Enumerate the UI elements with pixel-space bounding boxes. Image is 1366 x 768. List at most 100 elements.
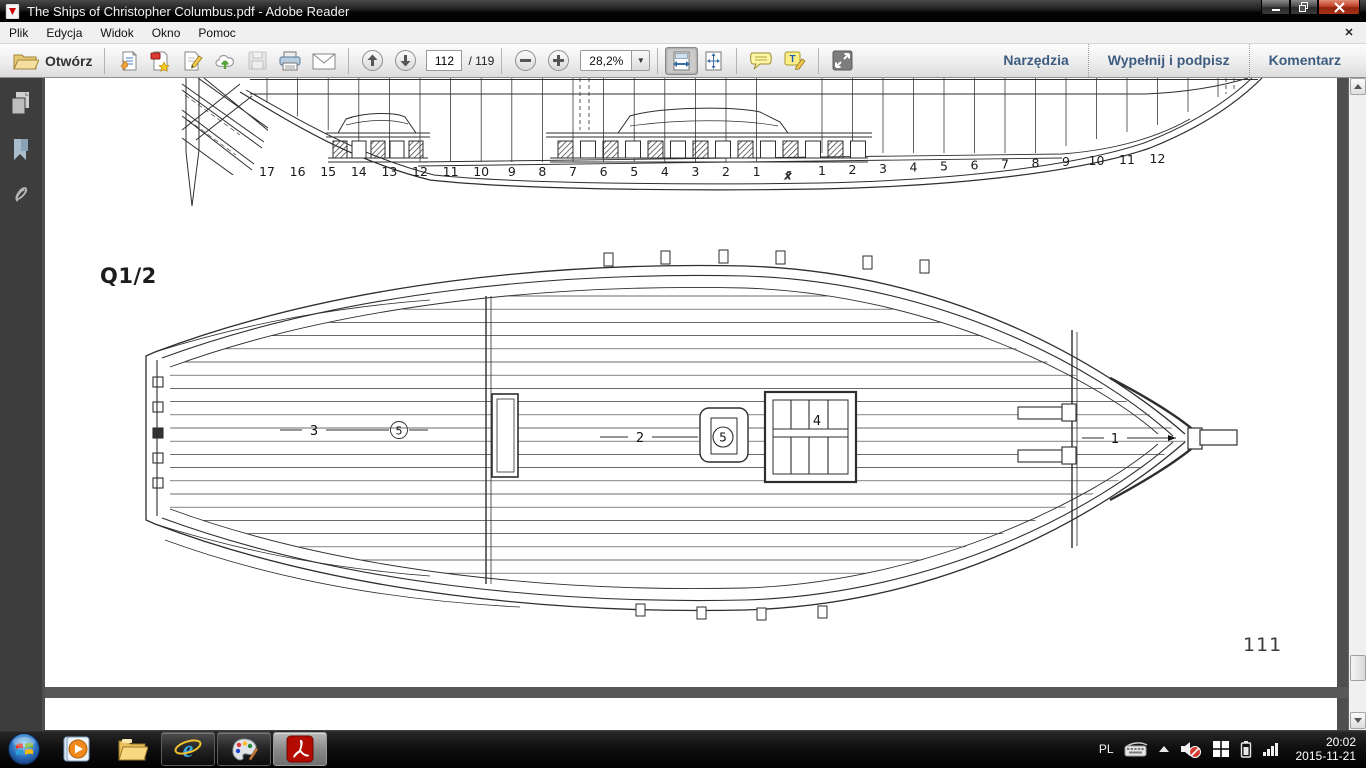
mast-step: 5 <box>700 408 748 462</box>
fullscreen-button[interactable] <box>826 47 859 75</box>
show-hidden-icons-chevron[interactable] <box>1158 745 1170 753</box>
page-gap <box>45 687 1348 698</box>
taskbar-internet-explorer[interactable]: e <box>161 732 215 766</box>
frame-number: 12 <box>412 164 428 179</box>
page-number-input[interactable] <box>426 50 462 71</box>
document-pencil-icon <box>181 50 203 72</box>
toolbar-separator <box>657 48 658 74</box>
title-bar[interactable]: The Ships of Christopher Columbus.pdf - … <box>0 0 1366 22</box>
toolbar-separator <box>348 48 349 74</box>
bookmarks-icon[interactable] <box>9 136 33 164</box>
highlight-text-button[interactable]: T <box>778 47 811 75</box>
network-signal-icon[interactable] <box>1262 741 1282 757</box>
taskbar-explorer[interactable] <box>105 732 159 766</box>
taskbar-adobe-reader[interactable] <box>273 732 327 766</box>
menu-item-edycja[interactable]: Edycja <box>37 23 91 43</box>
frame-number: 2 <box>722 164 730 179</box>
deck-structure-mid <box>546 78 1234 162</box>
clock-date: 2015-11-21 <box>1296 749 1357 763</box>
next-page-button[interactable] <box>389 47 422 75</box>
restore-button[interactable] <box>1290 0 1318 15</box>
fit-width-button[interactable] <box>665 47 698 75</box>
zoom-dropdown-button[interactable]: ▼ <box>632 50 650 71</box>
scrollbar-thumb[interactable] <box>1350 655 1366 681</box>
start-button[interactable] <box>1 732 47 766</box>
frame-number: 7 <box>569 164 577 179</box>
cloud-upload-button[interactable] <box>208 47 242 75</box>
label-grating: 4 <box>813 414 821 429</box>
page-total-label: / 119 <box>468 54 494 68</box>
zoom-level-control[interactable]: 28,2% ▼ <box>580 50 650 71</box>
open-button[interactable]: Otwórz <box>8 47 97 75</box>
deck-structure-aft <box>326 113 430 162</box>
internet-explorer-icon: e <box>173 734 203 764</box>
document-canvas[interactable]: 1716151413121110987654321 x̃ 12345678910… <box>42 78 1366 730</box>
language-indicator[interactable]: PL <box>1099 742 1114 756</box>
panel-button-0[interactable]: Narzędzia <box>984 44 1087 77</box>
bowsprit <box>1188 428 1237 449</box>
email-button[interactable] <box>307 47 341 75</box>
frame-number: 12 <box>1150 151 1166 166</box>
previous-page-button[interactable] <box>356 47 389 75</box>
send-file-button[interactable] <box>112 47 144 75</box>
adobe-reader-icon <box>286 735 314 763</box>
scroll-up-button[interactable] <box>1350 78 1366 95</box>
taskbar-paint[interactable] <box>217 732 271 766</box>
close-button[interactable] <box>1318 0 1360 15</box>
minimize-button[interactable] <box>1261 0 1290 15</box>
printed-page-number: 111 <box>1243 634 1282 656</box>
paint-icon <box>229 735 259 763</box>
frame-number: 3 <box>879 161 887 176</box>
menu-item-okno[interactable]: Okno <box>143 23 190 43</box>
print-icon <box>278 50 302 72</box>
page-up-icon <box>361 49 384 72</box>
pdf-page-next <box>45 698 1337 730</box>
frame-number: 7 <box>1001 156 1009 171</box>
taskbar-media-player[interactable] <box>49 732 103 766</box>
scroll-up-icon <box>1354 84 1362 89</box>
system-tray: PL <box>1099 730 1366 768</box>
fit-page-button[interactable] <box>698 47 729 75</box>
frame-number: 13 <box>381 164 397 179</box>
vertical-scrollbar[interactable] <box>1348 78 1366 730</box>
attachments-icon[interactable] <box>9 180 33 208</box>
bow-bitts <box>1018 404 1076 464</box>
inboard-profile-drawing: 1716151413121110987654321 x̃ 12345678910… <box>182 78 1262 206</box>
panel-button-1[interactable]: Wypełnij i podpisz <box>1088 44 1249 77</box>
menu-bar: PlikEdycjaWidokOknoPomoc ✕ <box>0 22 1366 44</box>
taskbar-clock[interactable]: 20:02 2015-11-21 <box>1292 735 1357 763</box>
fit-page-icon <box>703 50 724 72</box>
panel-button-2[interactable]: Komentarz <box>1249 44 1360 77</box>
zoom-out-button[interactable] <box>509 47 542 75</box>
cloud-upload-icon <box>213 50 237 72</box>
scroll-down-button[interactable] <box>1350 712 1366 729</box>
save-button[interactable] <box>242 47 273 75</box>
label-planking: 3 <box>310 424 318 439</box>
clock-time: 20:02 <box>1296 735 1357 749</box>
fit-width-icon <box>671 50 692 72</box>
zoom-in-button[interactable] <box>542 47 575 75</box>
open-label: Otwórz <box>45 53 92 69</box>
document-close-button[interactable]: ✕ <box>1342 25 1356 39</box>
menu-items: PlikEdycjaWidokOknoPomoc <box>0 23 245 43</box>
windows-update-flag-icon[interactable] <box>1212 740 1230 758</box>
menu-item-pomoc[interactable]: Pomoc <box>189 23 244 43</box>
keyboard-icon[interactable] <box>1124 741 1148 757</box>
frame-number: 4 <box>661 164 669 179</box>
menu-item-plik[interactable]: Plik <box>0 23 37 43</box>
sign-document-button[interactable] <box>176 47 208 75</box>
page-thumbnails-icon[interactable] <box>9 90 33 118</box>
adobe-reader-app-icon <box>5 4 21 19</box>
frame-number: 8 <box>538 164 546 179</box>
print-button[interactable] <box>273 47 307 75</box>
document-star-icon <box>149 50 171 72</box>
battery-icon[interactable] <box>1240 740 1252 758</box>
minimize-icon <box>1271 3 1281 12</box>
volume-muted-icon[interactable] <box>1180 740 1202 758</box>
create-pdf-button[interactable] <box>144 47 176 75</box>
comment-button[interactable] <box>744 47 778 75</box>
frame-number: 2 <box>849 162 857 177</box>
restore-icon <box>1299 2 1309 12</box>
menu-item-widok[interactable]: Widok <box>91 23 142 43</box>
frame-number: 5 <box>940 159 948 174</box>
